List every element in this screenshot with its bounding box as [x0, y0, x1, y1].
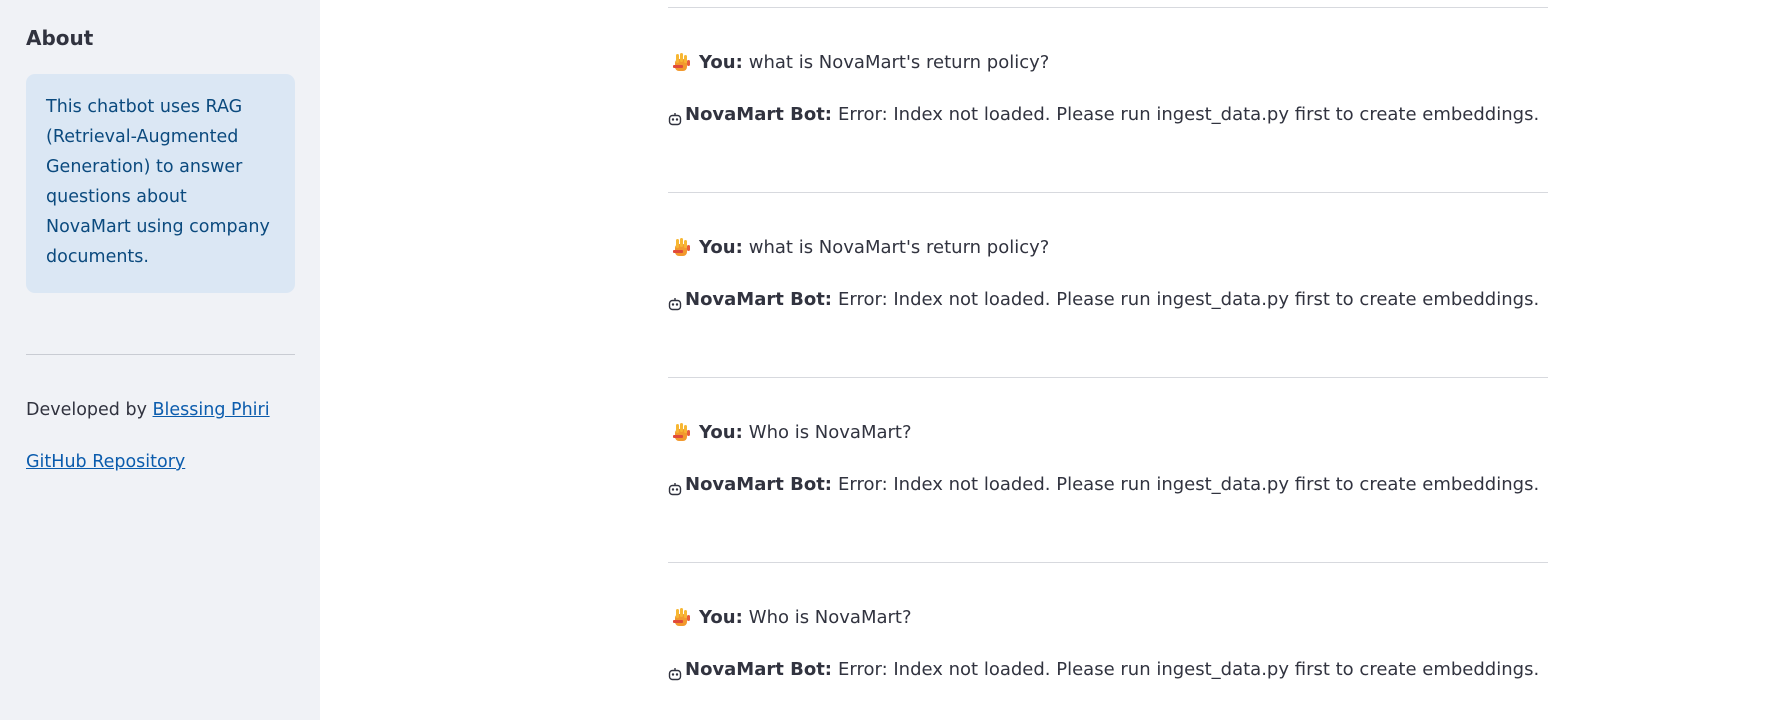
bot-message: NovaMart Bot: Error: Index not loaded. P… [668, 657, 1539, 683]
raised-hand-emoji-icon [672, 53, 692, 73]
user-message-text: Who is NovaMart? [748, 607, 912, 628]
robot-face-icon [668, 478, 682, 496]
raised-hand-emoji-icon [672, 423, 692, 443]
message-divider [668, 7, 1548, 8]
sidebar: About This chatbot uses RAG (Retrieval-A… [0, 0, 320, 720]
user-label: You: [699, 237, 743, 258]
bot-label: NovaMart Bot: [685, 474, 833, 495]
bot-label: NovaMart Bot: [685, 289, 833, 310]
bot-message: NovaMart Bot: Error: Index not loaded. P… [668, 287, 1539, 313]
user-message-text: what is NovaMart's return policy? [748, 52, 1050, 73]
user-label: You: [699, 607, 743, 628]
raised-hand-emoji-icon [672, 608, 692, 628]
bot-label: NovaMart Bot: [685, 659, 833, 680]
robot-face-icon [668, 293, 682, 311]
developed-by-line: Developed by Blessing Phiri [26, 398, 270, 422]
developer-link[interactable]: Blessing Phiri [153, 400, 270, 420]
about-info-box: This chatbot uses RAG (Retrieval-Augment… [26, 74, 295, 293]
robot-face-icon [668, 663, 682, 681]
robot-face-icon [668, 108, 682, 126]
bot-message: NovaMart Bot: Error: Index not loaded. P… [668, 472, 1539, 498]
bot-message-text: Error: Index not loaded. Please run inge… [838, 659, 1540, 680]
bot-message: NovaMart Bot: Error: Index not loaded. P… [668, 102, 1539, 128]
bot-message-text: Error: Index not loaded. Please run inge… [838, 474, 1540, 495]
message-divider [668, 562, 1548, 563]
user-label: You: [699, 52, 743, 73]
user-message-text: Who is NovaMart? [748, 422, 912, 443]
message-divider [668, 192, 1548, 193]
user-label: You: [699, 422, 743, 443]
bot-message-text: Error: Index not loaded. Please run inge… [838, 104, 1540, 125]
user-message: You: Who is NovaMart? [668, 420, 912, 446]
raised-hand-emoji-icon [672, 238, 692, 258]
chat-main: You: what is NovaMart's return policy? N… [320, 0, 1789, 720]
developed-by-label: Developed by [26, 400, 147, 420]
sidebar-divider [26, 354, 295, 355]
about-heading: About [26, 26, 94, 50]
user-message: You: what is NovaMart's return policy? [668, 235, 1049, 261]
user-message: You: what is NovaMart's return policy? [668, 50, 1049, 76]
message-divider [668, 377, 1548, 378]
user-message: You: Who is NovaMart? [668, 605, 912, 631]
user-message-text: what is NovaMart's return policy? [748, 237, 1050, 258]
bot-label: NovaMart Bot: [685, 104, 833, 125]
bot-message-text: Error: Index not loaded. Please run inge… [838, 289, 1540, 310]
github-line: GitHub Repository [26, 450, 185, 474]
github-repository-link[interactable]: GitHub Repository [26, 452, 185, 472]
